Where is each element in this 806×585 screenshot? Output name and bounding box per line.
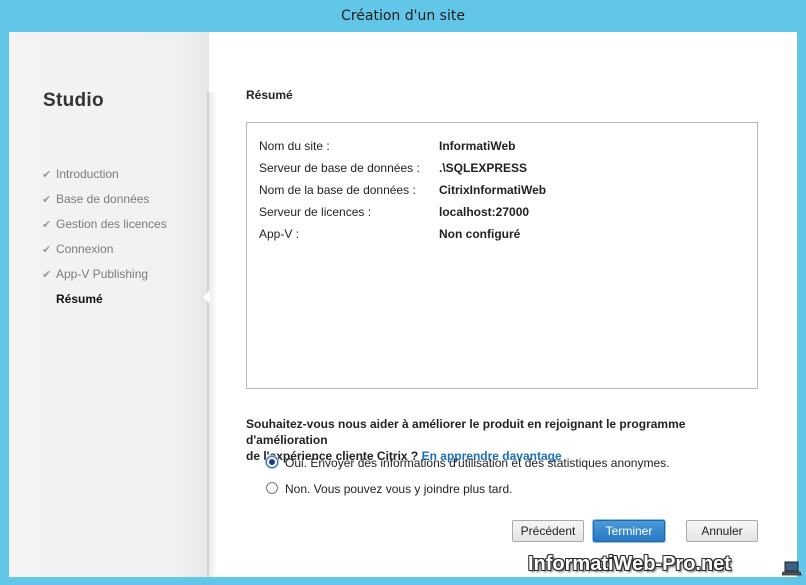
option-no-label: Non. Vous pouvez vous y joindre plus tar… — [285, 482, 513, 496]
watermark: InformatiWeb-Pro.net — [528, 553, 731, 575]
step-connexion[interactable]: ✔ Connexion — [42, 239, 167, 264]
summary-value: localhost:27000 — [439, 205, 530, 219]
step-label: Connexion — [56, 242, 114, 256]
summary-key: Nom de la base de données : — [259, 183, 416, 197]
cancel-button[interactable]: Annuler — [686, 520, 758, 542]
summary-key: Nom du site : — [259, 139, 330, 153]
step-app-v-publishing[interactable]: ✔ App-V Publishing — [42, 264, 167, 289]
summary-value: CitrixInformatiWeb — [439, 183, 547, 197]
laptop-icon — [782, 561, 802, 576]
step-label: Résumé — [56, 292, 103, 306]
summary-value: Non configuré — [439, 227, 521, 241]
previous-button[interactable]: Précédent — [512, 520, 584, 542]
step-resume: Résumé — [42, 289, 167, 314]
step-base-de-donnees[interactable]: ✔ Base de données — [42, 189, 167, 214]
summary-value: .\SQLEXPRESS — [439, 161, 528, 175]
sidebar: Studio ✔ Introduction ✔ Base de données ✔ G… — [9, 32, 209, 577]
radio-no[interactable] — [266, 482, 278, 494]
wizard-steps: ✔ Introduction ✔ Base de données ✔ Gestion … — [42, 164, 167, 314]
step-label: Gestion des licences — [56, 217, 167, 231]
summary-key: App-V : — [259, 227, 300, 241]
step-label: App-V Publishing — [56, 267, 149, 281]
check-icon: ✔ — [42, 194, 52, 206]
option-yes-label: Oui. Envoyer des informations d'utilisat… — [285, 456, 670, 470]
section-title: Résumé — [246, 88, 293, 102]
check-icon: ✔ — [42, 219, 52, 231]
sidebar-title: Studio — [43, 90, 104, 111]
check-icon: ✔ — [42, 169, 52, 181]
question-line-1: Souhaitez-vous nous aider à améliorer le… — [246, 417, 686, 447]
summary-key: Serveur de licences : — [259, 205, 372, 219]
radio-yes[interactable] — [266, 456, 278, 468]
active-step-pointer — [203, 290, 210, 304]
window-title: Création d'un site — [0, 0, 806, 32]
check-icon: ✔ — [42, 244, 52, 256]
step-label: Introduction — [56, 167, 119, 181]
wizard-window: Studio ✔ Introduction ✔ Base de données ✔ G… — [9, 32, 797, 577]
sidebar-shadow — [207, 92, 217, 577]
step-gestion-des-licences[interactable]: ✔ Gestion des licences — [42, 214, 167, 239]
summary-box: Nom du site : InformatiWeb Serveur de ba… — [246, 122, 758, 389]
summary-value: InformatiWeb — [439, 139, 516, 153]
check-icon: ✔ — [42, 269, 52, 281]
finish-button[interactable]: Terminer — [593, 520, 665, 542]
summary-key: Serveur de base de données : — [259, 161, 420, 175]
step-introduction[interactable]: ✔ Introduction — [42, 164, 167, 189]
step-label: Base de données — [56, 192, 150, 206]
